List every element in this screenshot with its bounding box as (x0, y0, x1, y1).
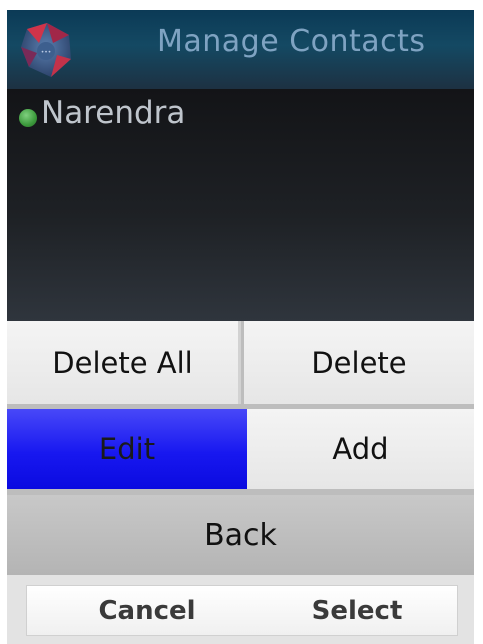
select-softkey[interactable]: Select (277, 586, 437, 635)
contact-name: Narendra (41, 95, 186, 131)
title-bar: ••• Manage Contacts (7, 10, 474, 89)
cancel-softkey[interactable]: Cancel (67, 586, 227, 635)
add-button[interactable]: Add (247, 409, 474, 489)
app-logo-icon: ••• (21, 23, 71, 77)
softkey-bar: Cancel Select (7, 575, 474, 644)
edit-button[interactable]: Edit (7, 409, 247, 489)
page-title: Manage Contacts (157, 24, 426, 59)
svg-text:•••: ••• (41, 49, 52, 56)
delete-button[interactable]: Delete (244, 321, 474, 404)
softkey-panel: Cancel Select (26, 585, 458, 636)
contact-list: Narendra (7, 89, 474, 321)
back-button[interactable]: Back (7, 495, 474, 575)
list-item[interactable]: Narendra (19, 93, 185, 133)
phone-screen: ••• Manage Contacts Narendra Delete All … (7, 10, 474, 644)
delete-all-button[interactable]: Delete All (7, 321, 241, 404)
online-status-icon (19, 109, 37, 127)
